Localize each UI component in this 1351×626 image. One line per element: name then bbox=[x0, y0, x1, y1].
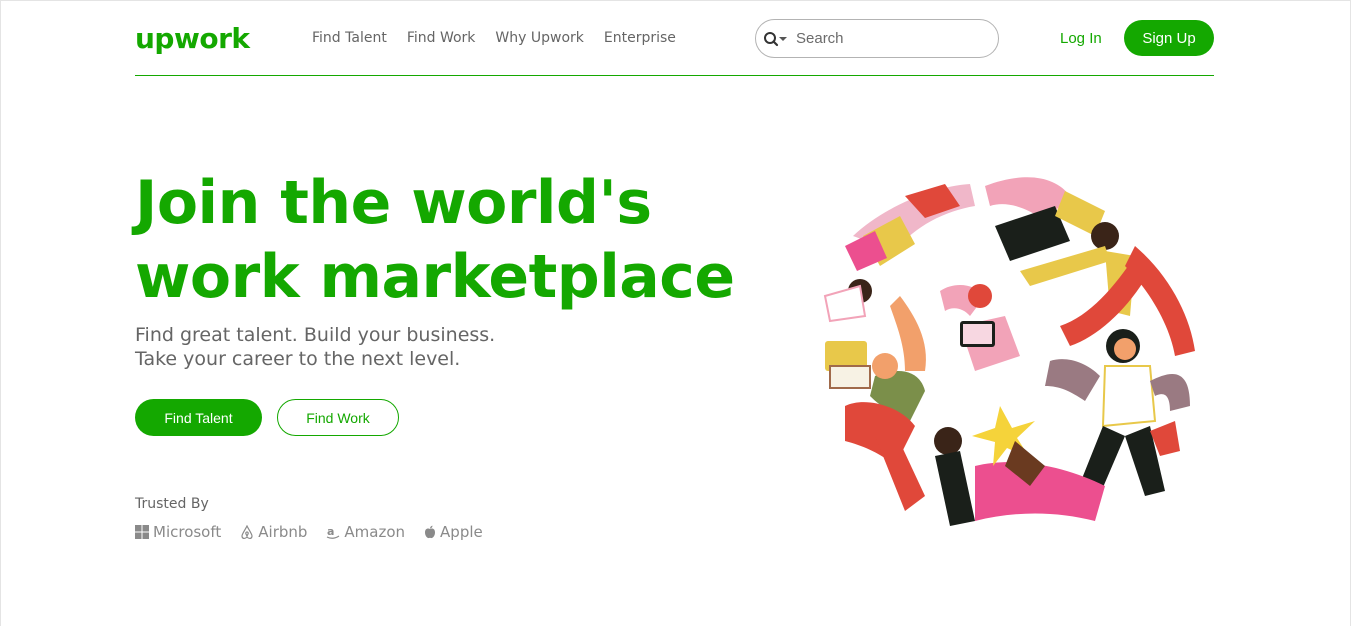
brand-microsoft: Microsoft bbox=[135, 523, 221, 541]
brand-microsoft-label: Microsoft bbox=[153, 523, 222, 541]
brand-amazon-label: Amazon bbox=[344, 523, 406, 541]
main-nav: Find Talent Find Work Why Upwork Enterpr… bbox=[312, 30, 676, 46]
hero-title-line-2: work marketplace bbox=[135, 242, 735, 312]
hero-illustration bbox=[814, 168, 1195, 544]
svg-text:a: a bbox=[327, 525, 334, 538]
search-icon[interactable] bbox=[762, 29, 792, 49]
amazon-icon: a bbox=[327, 525, 340, 539]
brand-amazon: a Amazon bbox=[326, 523, 405, 541]
trusted-by-label: Trusted By bbox=[135, 496, 209, 512]
apple-icon bbox=[425, 525, 436, 539]
nav-find-work[interactable]: Find Work bbox=[407, 30, 476, 46]
upwork-logo[interactable]: upwork bbox=[135, 22, 250, 55]
nav-why-upwork[interactable]: Why Upwork bbox=[495, 30, 583, 46]
trusted-brands: Microsoft Airbnb a Amazon Apple bbox=[135, 523, 483, 541]
nav-enterprise[interactable]: Enterprise bbox=[604, 30, 676, 46]
hero-subtitle: Find great talent. Build your business. … bbox=[135, 323, 495, 371]
brand-airbnb: Airbnb bbox=[240, 523, 307, 541]
search-bar[interactable] bbox=[755, 19, 999, 58]
find-talent-button[interactable]: Find Talent bbox=[135, 399, 262, 436]
brand-apple: Apple bbox=[424, 523, 483, 541]
find-work-button[interactable]: Find Work bbox=[277, 399, 399, 436]
brand-apple-label: Apple bbox=[440, 523, 483, 541]
hero-subtitle-line-1: Find great talent. Build your business. bbox=[135, 324, 496, 346]
top-header: upwork Find Talent Find Work Why Upwork … bbox=[135, 0, 1214, 76]
search-input[interactable] bbox=[796, 30, 986, 47]
signup-button[interactable]: Sign Up bbox=[1124, 20, 1214, 56]
hero-subtitle-line-2: Take your career to the next level. bbox=[135, 348, 461, 370]
nav-find-talent[interactable]: Find Talent bbox=[312, 30, 387, 46]
brand-airbnb-label: Airbnb bbox=[258, 523, 308, 541]
hero-title: Join the world's work marketplace bbox=[135, 166, 735, 314]
hero-title-line-1: Join the world's bbox=[135, 168, 652, 238]
login-link[interactable]: Log In bbox=[1060, 30, 1102, 47]
microsoft-icon bbox=[135, 525, 149, 539]
airbnb-icon bbox=[241, 524, 253, 539]
